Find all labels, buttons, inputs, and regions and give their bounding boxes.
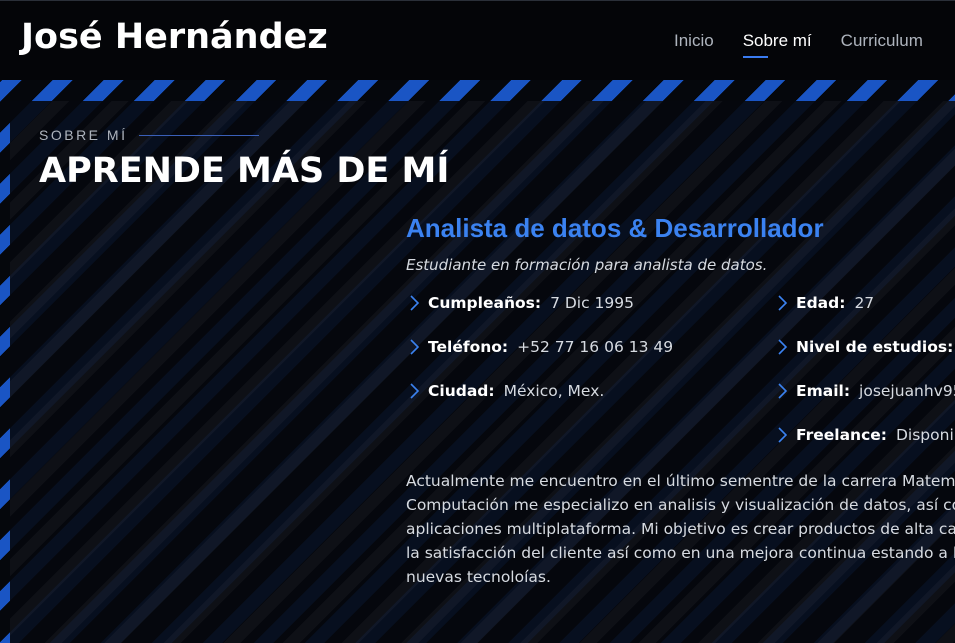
about-section: SOBRE MÍ APRENDE MÁS DE MÍ Analista de d… xyxy=(10,101,955,643)
section-title: APRENDE MÁS DE MÍ xyxy=(39,151,450,191)
nav-item-sobre-mi[interactable]: Sobre mí xyxy=(742,31,812,58)
info-label: Teléfono: xyxy=(428,338,509,356)
about-description: Actualmente me encuentro en el último se… xyxy=(406,469,955,589)
description-line: la satisfacción del cliente así como en … xyxy=(406,544,955,562)
chevron-right-icon xyxy=(778,295,788,311)
top-navbar: José Hernández Inicio Sobre mí Curriculu… xyxy=(0,0,955,80)
info-value[interactable]: josejuanhv95 xyxy=(859,382,955,400)
chevron-right-icon xyxy=(410,383,420,399)
info-label: Nivel de estudios: xyxy=(796,338,954,356)
role-heading: Analista de datos & Desarrollador xyxy=(406,213,824,243)
nav-item-curriculum[interactable]: Curriculum xyxy=(841,31,923,51)
info-value: México, Mex. xyxy=(503,382,605,400)
info-email: Email: josejuanhv95 xyxy=(775,382,955,400)
info-education: Nivel de estudios: L xyxy=(775,338,955,356)
info-age: Edad: 27 xyxy=(775,294,874,312)
section-divider xyxy=(139,134,260,136)
section-label: SOBRE MÍ xyxy=(39,127,260,143)
description-line: Actualmente me encuentro en el último se… xyxy=(406,472,955,490)
site-brand[interactable]: José Hernández xyxy=(21,17,328,57)
chevron-right-icon xyxy=(778,427,788,443)
info-phone: Teléfono: +52 77 16 06 13 49 xyxy=(407,338,673,356)
chevron-right-icon xyxy=(410,339,420,355)
info-value: +52 77 16 06 13 49 xyxy=(517,338,674,356)
main-nav: Inicio Sobre mí Curriculum xyxy=(674,31,952,58)
role-subtitle: Estudiante en formación para analista de… xyxy=(406,256,768,274)
info-freelance: Freelance: Disponib xyxy=(775,426,955,444)
nav-item-inicio[interactable]: Inicio xyxy=(674,31,714,51)
description-line: aplicaciones multiplataforma. Mi objetiv… xyxy=(406,520,955,538)
info-value: 7 Dic 1995 xyxy=(550,294,634,312)
info-label: Email: xyxy=(796,382,851,400)
info-label: Ciudad: xyxy=(428,382,495,400)
info-city: Ciudad: México, Mex. xyxy=(407,382,604,400)
chevron-right-icon xyxy=(778,339,788,355)
info-label: Edad: xyxy=(796,294,846,312)
chevron-right-icon xyxy=(410,295,420,311)
chevron-right-icon xyxy=(778,383,788,399)
info-label: Cumpleaños: xyxy=(428,294,542,312)
description-line: Computación me especializo en analisis y… xyxy=(406,496,955,514)
info-value: Disponib xyxy=(895,426,955,444)
description-line: nuevas tecnoloías. xyxy=(406,568,551,586)
section-label-text: SOBRE MÍ xyxy=(39,127,128,143)
info-value: 27 xyxy=(854,294,875,312)
info-label: Freelance: xyxy=(796,426,887,444)
info-birthday: Cumpleaños: 7 Dic 1995 xyxy=(407,294,634,312)
